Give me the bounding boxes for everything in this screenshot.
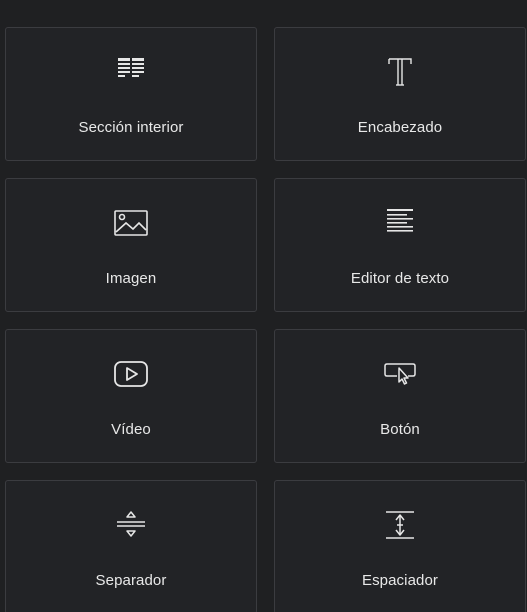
heading-icon [378, 54, 422, 90]
widget-video[interactable]: Vídeo [5, 329, 257, 463]
widget-label: Editor de texto [350, 270, 450, 287]
image-icon [109, 205, 153, 241]
inner-section-icon [109, 54, 153, 90]
widget-label: Separador [95, 572, 167, 589]
video-icon [109, 356, 153, 392]
widget-heading[interactable]: Encabezado [274, 27, 526, 161]
widget-button[interactable]: Botón [274, 329, 526, 463]
widget-image[interactable]: Imagen [5, 178, 257, 312]
spacer-icon [378, 507, 422, 543]
widget-inner-section[interactable]: Sección interior [5, 27, 257, 161]
widget-label: Espaciador [361, 572, 439, 589]
divider-icon [109, 507, 153, 543]
widget-text-editor[interactable]: Editor de texto [274, 178, 526, 312]
widget-label: Vídeo [111, 421, 151, 438]
widget-divider[interactable]: Separador [5, 480, 257, 612]
widget-label: Botón [380, 421, 420, 438]
text-editor-icon [378, 205, 422, 241]
widget-label: Sección interior [78, 119, 184, 136]
widget-label: Encabezado [357, 119, 443, 136]
button-icon [378, 356, 422, 392]
widget-spacer[interactable]: Espaciador [274, 480, 526, 612]
widget-label: Imagen [105, 270, 157, 287]
widgets-panel: Sección interior Encabezado Imagen Edito… [0, 0, 527, 612]
